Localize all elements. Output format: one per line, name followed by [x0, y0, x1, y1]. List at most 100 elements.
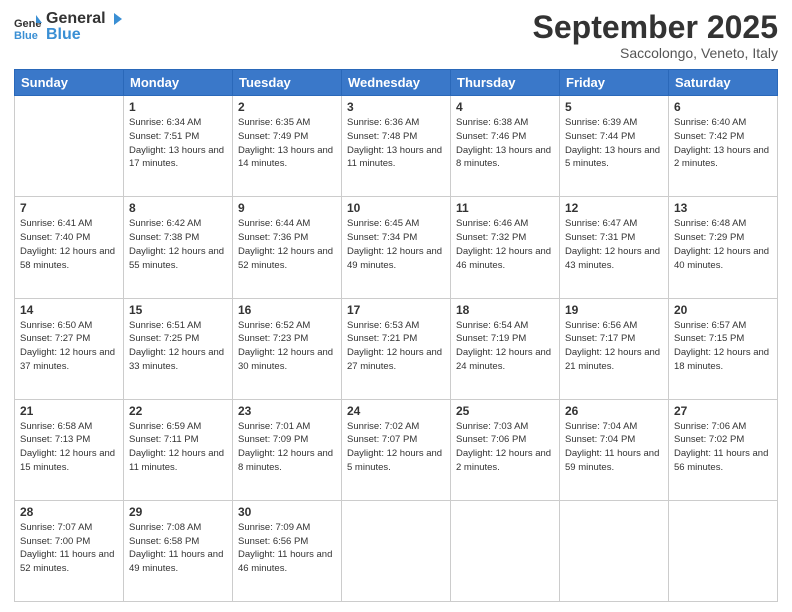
calendar-cell: 11 Sunrise: 6:46 AMSunset: 7:32 PMDayligh… — [451, 197, 560, 298]
calendar-cell: 28 Sunrise: 7:07 AMSunset: 7:00 PMDayligh… — [15, 500, 124, 601]
calendar-cell: 20 Sunrise: 6:57 AMSunset: 7:15 PMDayligh… — [669, 298, 778, 399]
calendar-cell: 21 Sunrise: 6:58 AMSunset: 7:13 PMDayligh… — [15, 399, 124, 500]
calendar-header-monday: Monday — [124, 70, 233, 96]
calendar-cell — [342, 500, 451, 601]
day-number: 22 — [129, 404, 227, 418]
day-number: 12 — [565, 201, 663, 215]
calendar-cell: 13Sunrise: 6:48 AMSunset: 7:29 PMDayligh… — [669, 197, 778, 298]
calendar-week-row: 1 Sunrise: 6:34 AMSunset: 7:51 PMDaylight… — [15, 96, 778, 197]
day-info: Sunrise: 7:09 AMSunset: 6:56 PMDaylight:… — [238, 521, 336, 576]
day-info: Sunrise: 6:57 AMSunset: 7:15 PMDaylight:… — [674, 319, 772, 374]
calendar-header-saturday: Saturday — [669, 70, 778, 96]
day-info: Sunrise: 6:40 AMSunset: 7:42 PMDaylight:… — [674, 116, 772, 171]
calendar-cell: 29 Sunrise: 7:08 AMSunset: 6:58 PMDayligh… — [124, 500, 233, 601]
calendar-cell: 7 Sunrise: 6:41 AMSunset: 7:40 PMDaylight… — [15, 197, 124, 298]
day-number: 26 — [565, 404, 663, 418]
calendar-cell: 10 Sunrise: 6:45 AMSunset: 7:34 PMDayligh… — [342, 197, 451, 298]
location-title: Saccolongo, Veneto, Italy — [533, 45, 778, 61]
day-info: Sunrise: 6:48 AMSunset: 7:29 PMDaylight:… — [674, 217, 772, 272]
calendar-cell: 8 Sunrise: 6:42 AMSunset: 7:38 PMDaylight… — [124, 197, 233, 298]
calendar-cell: 1 Sunrise: 6:34 AMSunset: 7:51 PMDaylight… — [124, 96, 233, 197]
calendar-cell: 30Sunrise: 7:09 AMSunset: 6:56 PMDayligh… — [233, 500, 342, 601]
day-number: 3 — [347, 100, 445, 114]
day-number: 19 — [565, 303, 663, 317]
calendar-header-sunday: Sunday — [15, 70, 124, 96]
day-info: Sunrise: 6:44 AMSunset: 7:36 PMDaylight:… — [238, 217, 336, 272]
month-title: September 2025 — [533, 10, 778, 45]
day-info: Sunrise: 7:07 AMSunset: 7:00 PMDaylight:… — [20, 521, 118, 576]
calendar-cell: 18Sunrise: 6:54 AMSunset: 7:19 PMDayligh… — [451, 298, 560, 399]
calendar-cell: 5 Sunrise: 6:39 AMSunset: 7:44 PMDaylight… — [560, 96, 669, 197]
calendar-cell: 17 Sunrise: 6:53 AMSunset: 7:21 PMDayligh… — [342, 298, 451, 399]
day-info: Sunrise: 7:08 AMSunset: 6:58 PMDaylight:… — [129, 521, 227, 576]
calendar-cell: 3Sunrise: 6:36 AMSunset: 7:48 PMDaylight… — [342, 96, 451, 197]
day-info: Sunrise: 6:39 AMSunset: 7:44 PMDaylight:… — [565, 116, 663, 171]
calendar-header-thursday: Thursday — [451, 70, 560, 96]
day-number: 2 — [238, 100, 336, 114]
day-info: Sunrise: 6:59 AMSunset: 7:11 PMDaylight:… — [129, 420, 227, 475]
day-info: Sunrise: 7:01 AMSunset: 7:09 PMDaylight:… — [238, 420, 336, 475]
day-number: 23 — [238, 404, 336, 418]
day-info: Sunrise: 7:06 AMSunset: 7:02 PMDaylight:… — [674, 420, 772, 475]
day-number: 27 — [674, 404, 772, 418]
day-info: Sunrise: 6:51 AMSunset: 7:25 PMDaylight:… — [129, 319, 227, 374]
day-info: Sunrise: 6:46 AMSunset: 7:32 PMDaylight:… — [456, 217, 554, 272]
calendar-cell — [15, 96, 124, 197]
calendar-cell: 2 Sunrise: 6:35 AMSunset: 7:49 PMDaylight… — [233, 96, 342, 197]
calendar-cell — [451, 500, 560, 601]
day-info: Sunrise: 6:58 AMSunset: 7:13 PMDaylight:… — [20, 420, 118, 475]
calendar-header-tuesday: Tuesday — [233, 70, 342, 96]
svg-text:Blue: Blue — [14, 30, 38, 41]
day-info: Sunrise: 6:45 AMSunset: 7:34 PMDaylight:… — [347, 217, 445, 272]
day-info: Sunrise: 6:53 AMSunset: 7:21 PMDaylight:… — [347, 319, 445, 374]
calendar-week-row: 7 Sunrise: 6:41 AMSunset: 7:40 PMDaylight… — [15, 197, 778, 298]
day-info: Sunrise: 6:35 AMSunset: 7:49 PMDaylight:… — [238, 116, 336, 171]
day-number: 10 — [347, 201, 445, 215]
day-number: 8 — [129, 201, 227, 215]
day-info: Sunrise: 6:42 AMSunset: 7:38 PMDaylight:… — [129, 217, 227, 272]
calendar-cell: 14 Sunrise: 6:50 AMSunset: 7:27 PMDayligh… — [15, 298, 124, 399]
day-number: 11 — [456, 201, 554, 215]
day-info: Sunrise: 7:04 AMSunset: 7:04 PMDaylight:… — [565, 420, 663, 475]
title-area: September 2025 Saccolongo, Veneto, Italy — [533, 10, 778, 61]
logo: General Blue General Blue — [14, 10, 122, 43]
calendar-cell — [560, 500, 669, 601]
day-number: 1 — [129, 100, 227, 114]
day-number: 7 — [20, 201, 118, 215]
calendar-week-row: 28 Sunrise: 7:07 AMSunset: 7:00 PMDayligh… — [15, 500, 778, 601]
calendar-header-friday: Friday — [560, 70, 669, 96]
day-number: 15 — [129, 303, 227, 317]
calendar-cell: 15 Sunrise: 6:51 AMSunset: 7:25 PMDayligh… — [124, 298, 233, 399]
calendar-cell: 4Sunrise: 6:38 AMSunset: 7:46 PMDaylight… — [451, 96, 560, 197]
calendar-cell: 27 Sunrise: 7:06 AMSunset: 7:02 PMDayligh… — [669, 399, 778, 500]
day-number: 14 — [20, 303, 118, 317]
day-info: Sunrise: 6:52 AMSunset: 7:23 PMDaylight:… — [238, 319, 336, 374]
logo-icon: General Blue — [14, 13, 42, 41]
calendar-week-row: 14 Sunrise: 6:50 AMSunset: 7:27 PMDayligh… — [15, 298, 778, 399]
calendar-header-wednesday: Wednesday — [342, 70, 451, 96]
day-number: 29 — [129, 505, 227, 519]
calendar-table: SundayMondayTuesdayWednesdayThursdayFrid… — [14, 69, 778, 602]
calendar-cell: 9Sunrise: 6:44 AMSunset: 7:36 PMDaylight… — [233, 197, 342, 298]
day-number: 25 — [456, 404, 554, 418]
day-info: Sunrise: 6:34 AMSunset: 7:51 PMDaylight:… — [129, 116, 227, 171]
day-info: Sunrise: 6:50 AMSunset: 7:27 PMDaylight:… — [20, 319, 118, 374]
page: General Blue General Blue September 2025… — [0, 0, 792, 612]
day-number: 5 — [565, 100, 663, 114]
day-number: 17 — [347, 303, 445, 317]
day-number: 21 — [20, 404, 118, 418]
calendar-cell: 25Sunrise: 7:03 AMSunset: 7:06 PMDayligh… — [451, 399, 560, 500]
calendar-cell: 12Sunrise: 6:47 AMSunset: 7:31 PMDayligh… — [560, 197, 669, 298]
calendar-cell: 6Sunrise: 6:40 AMSunset: 7:42 PMDaylight… — [669, 96, 778, 197]
calendar-week-row: 21 Sunrise: 6:58 AMSunset: 7:13 PMDayligh… — [15, 399, 778, 500]
calendar-cell: 23 Sunrise: 7:01 AMSunset: 7:09 PMDayligh… — [233, 399, 342, 500]
day-number: 20 — [674, 303, 772, 317]
day-number: 16 — [238, 303, 336, 317]
day-info: Sunrise: 6:54 AMSunset: 7:19 PMDaylight:… — [456, 319, 554, 374]
calendar-cell — [669, 500, 778, 601]
logo-blue: Blue — [46, 26, 122, 44]
header: General Blue General Blue September 2025… — [14, 10, 778, 61]
calendar-cell: 24Sunrise: 7:02 AMSunset: 7:07 PMDayligh… — [342, 399, 451, 500]
day-number: 28 — [20, 505, 118, 519]
day-info: Sunrise: 6:41 AMSunset: 7:40 PMDaylight:… — [20, 217, 118, 272]
